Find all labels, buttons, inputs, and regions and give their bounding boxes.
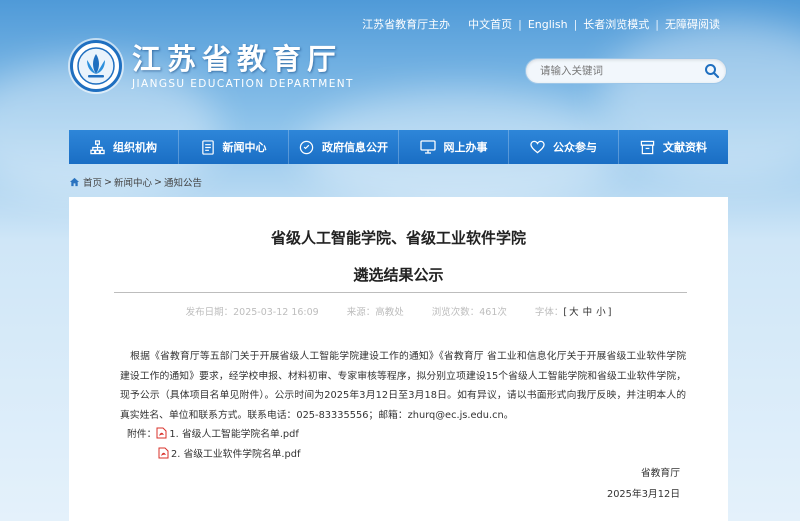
publish-date: 2025-03-12 16:09	[233, 307, 319, 318]
breadcrumb-notices[interactable]: 通知公告	[164, 175, 202, 189]
article-title-line1: 省级人工智能学院、省级工业软件学院	[270, 229, 526, 247]
nav-item-public-participation[interactable]: 公众参与	[509, 130, 619, 164]
date-label: 发布日期：	[185, 307, 234, 318]
nav-item-info-disclosure[interactable]: 政府信息公开	[289, 130, 399, 164]
breadcrumb-separator: >	[104, 176, 112, 188]
chinese-home-link[interactable]: 中文首页	[468, 16, 512, 32]
breadcrumb-separator: >	[154, 176, 162, 188]
search-box	[525, 58, 727, 84]
nav-item-online-services[interactable]: 网上办事	[399, 130, 509, 164]
source-value: 高教处	[375, 307, 404, 318]
views-count: 461次	[479, 307, 507, 318]
archive-icon	[640, 140, 655, 154]
views-label: 浏览次数：	[431, 307, 480, 318]
nav-label: 网上办事	[443, 141, 488, 154]
article-panel: 省级人工智能学院、省级工业软件学院 遴选结果公示 发布日期：2025-03-12…	[69, 197, 728, 521]
font-medium-button[interactable]: 中	[583, 307, 593, 318]
nav-label: 公众参与	[553, 141, 597, 154]
pdf-icon	[158, 447, 169, 459]
article-paragraph: 根据《省教育厅等五部门关于开展省级人工智能学院建设工作的通知》《省教育厅 省工业…	[120, 351, 686, 421]
logo-name-en: JIANGSU EDUCATION DEPARTMENT	[132, 78, 354, 90]
attachments-label: 附件：	[127, 429, 157, 440]
breadcrumb-news[interactable]: 新闻中心	[114, 175, 152, 189]
nav-label: 组织机构	[113, 141, 157, 154]
signature: 省教育厅	[640, 468, 680, 479]
logo-name-cn: 江苏省教育厅	[132, 42, 343, 76]
pdf-icon	[156, 427, 167, 439]
nav-label: 文献资料	[663, 141, 707, 154]
attachment-link[interactable]: 2. 省级工业软件学院名单.pdf	[171, 446, 300, 460]
elder-mode-link[interactable]: 长者浏览模式	[583, 16, 649, 32]
fontsize-label: 字体：	[534, 307, 564, 318]
divider: |	[573, 17, 578, 31]
nav-label: 新闻中心	[222, 141, 267, 154]
article-meta: 发布日期：2025-03-12 16:09 来源：高教处 浏览次数：461次 字…	[185, 307, 612, 318]
home-icon	[69, 177, 80, 187]
site-logo[interactable]: 江苏省教育厅 JIANGSU EDUCATION DEPARTMENT	[70, 40, 354, 92]
document-icon	[201, 139, 214, 155]
search-button[interactable]	[698, 59, 726, 83]
search-input[interactable]	[526, 65, 698, 77]
accessibility-link[interactable]: 无障碍阅读	[665, 16, 720, 32]
article-body: 根据《省教育厅等五部门关于开展省级人工智能学院建设工作的通知》《省教育厅 省工业…	[120, 347, 686, 425]
breadcrumb: 首页 > 新闻中心 > 通知公告	[69, 175, 202, 189]
info-disclosure-icon	[299, 140, 314, 154]
english-link[interactable]: English	[528, 18, 568, 31]
title-divider	[114, 292, 687, 293]
attachment-link[interactable]: 1. 省级人工智能学院名单.pdf	[169, 426, 298, 440]
font-large-button[interactable]: 大	[569, 307, 579, 318]
nav-item-news[interactable]: 新闻中心	[179, 130, 289, 164]
divider: |	[655, 17, 659, 31]
search-icon	[705, 64, 720, 79]
heart-icon	[530, 140, 545, 154]
sign-date: 2025年3月12日	[606, 489, 680, 500]
article-title-line2: 遴选结果公示	[353, 266, 444, 284]
breadcrumb-home[interactable]: 首页	[83, 175, 102, 189]
nav-item-documents[interactable]: 文献资料	[619, 130, 728, 164]
top-links: 江苏省教育厅主办 中文首页 | English | 长者浏览模式 | 无障碍阅读	[362, 16, 720, 32]
nav-label: 政府信息公开	[322, 141, 388, 154]
host-text: 江苏省教育厅主办	[362, 18, 451, 31]
divider: |	[518, 17, 522, 31]
monitor-icon	[419, 140, 436, 154]
emblem-icon	[70, 40, 122, 92]
source-label: 来源：	[346, 307, 376, 318]
attachment-row: 2. 省级工业软件学院名单.pdf	[158, 446, 300, 460]
attachment-row: 附件： 1. 省级人工智能学院名单.pdf	[127, 426, 299, 440]
nav-item-organization[interactable]: 组织机构	[69, 130, 179, 164]
font-small-button[interactable]: 小	[596, 307, 606, 318]
org-chart-icon	[90, 139, 105, 154]
main-nav: 组织机构 新闻中心 政府信息公开 网上办事 公众参与 文献资料	[69, 130, 728, 164]
